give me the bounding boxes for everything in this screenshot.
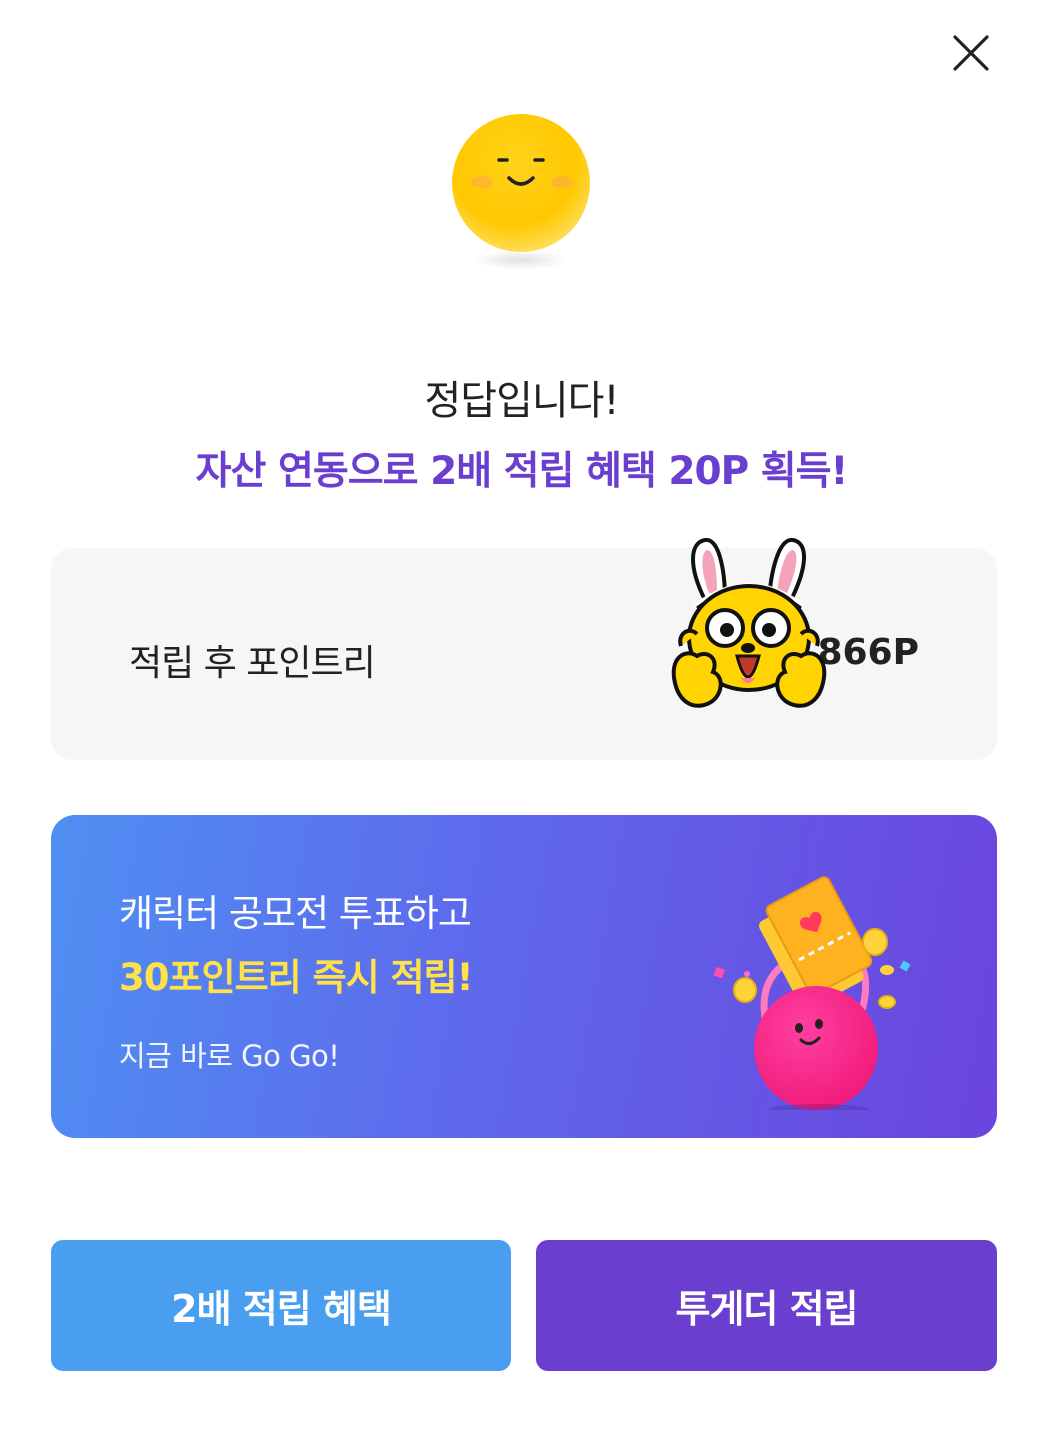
points-card: 적립 후 포인트리 ,866P	[51, 538, 997, 760]
close-icon[interactable]	[948, 30, 994, 76]
close-button[interactable]	[948, 30, 994, 76]
together-reward-button[interactable]: 투게더 적립	[536, 1240, 997, 1371]
promo-banner[interactable]: 캐릭터 공모전 투표하고 30포인트리 즉시 적립! 지금 바로 Go Go!	[51, 815, 997, 1138]
result-title: 정답입니다!	[424, 378, 619, 424]
ticket-bag-character-icon	[701, 870, 931, 1116]
banner-highlight: 30포인트리 즉시 적립!	[119, 956, 473, 999]
reward-subtitle: 자산 연동으로 2배 적립 혜택 20P 획득!	[195, 449, 849, 494]
rabbit-ear-mascot-icon	[667, 538, 832, 718]
double-reward-button[interactable]: 2배 적립 혜택	[51, 1240, 511, 1371]
dialog-sheet: 정답입니다! 자산 연동으로 2배 적립 혜택 20P 획득! 적립 후 포인트…	[0, 0, 1043, 1438]
smiling-face-icon	[446, 110, 596, 280]
banner-headline: 캐릭터 공모전 투표하고	[119, 892, 472, 935]
points-label: 적립 후 포인트리	[129, 643, 376, 684]
banner-cta-text: 지금 바로 Go Go!	[119, 1039, 340, 1073]
